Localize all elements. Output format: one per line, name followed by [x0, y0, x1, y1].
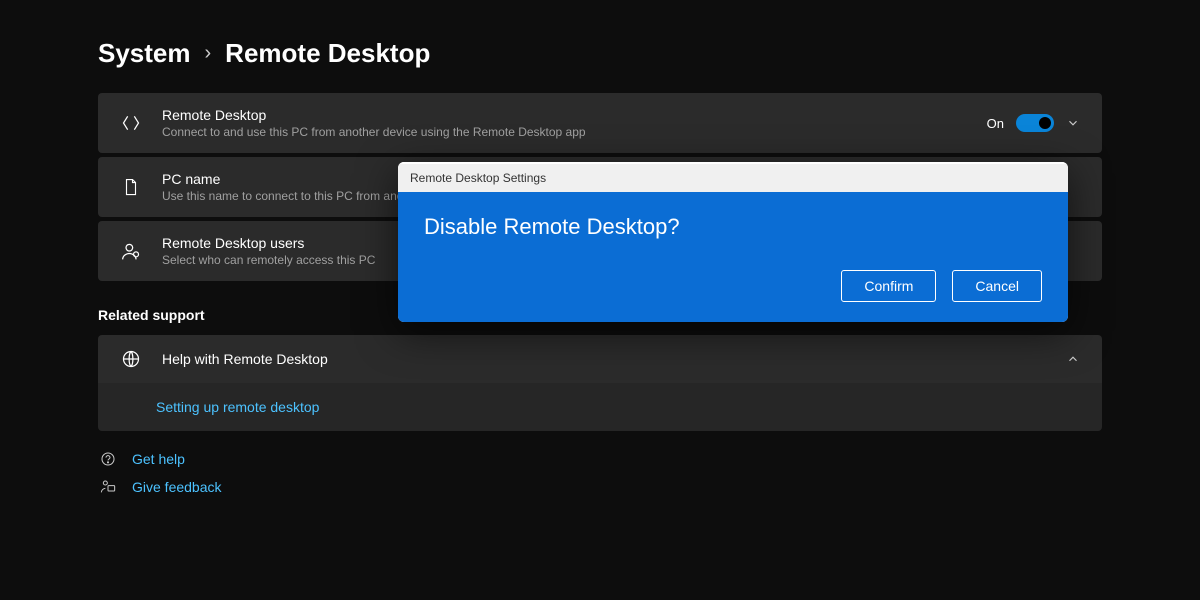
give-feedback-link[interactable]: Give feedback [132, 479, 222, 495]
chevron-up-icon[interactable] [1066, 352, 1080, 366]
dialog-heading: Disable Remote Desktop? [424, 214, 1042, 240]
get-help-row[interactable]: Get help [98, 451, 1102, 467]
disable-remote-desktop-dialog: Remote Desktop Settings Disable Remote D… [398, 162, 1068, 322]
remote-desktop-icon [120, 113, 142, 133]
breadcrumb: System › Remote Desktop [98, 38, 1102, 69]
breadcrumb-current: Remote Desktop [225, 38, 430, 69]
dialog-buttons: Confirm Cancel [424, 270, 1042, 302]
cancel-button[interactable]: Cancel [952, 270, 1042, 302]
remote-desktop-card[interactable]: Remote Desktop Connect to and use this P… [98, 93, 1102, 153]
help-title: Help with Remote Desktop [162, 351, 1046, 367]
remote-desktop-desc: Connect to and use this PC from another … [162, 125, 967, 139]
footer-links: Get help Give feedback [98, 451, 1102, 495]
help-text: Help with Remote Desktop [162, 351, 1046, 367]
toggle-state-label: On [987, 116, 1004, 131]
help-card[interactable]: Help with Remote Desktop [98, 335, 1102, 383]
globe-icon [120, 349, 142, 369]
chevron-right-icon: › [205, 42, 212, 65]
feedback-icon [98, 479, 118, 495]
help-icon [98, 451, 118, 467]
confirm-button[interactable]: Confirm [841, 270, 936, 302]
remote-desktop-right: On [987, 114, 1080, 132]
dialog-titlebar: Remote Desktop Settings [398, 162, 1068, 192]
remote-desktop-toggle[interactable] [1016, 114, 1054, 132]
remote-desktop-title: Remote Desktop [162, 107, 967, 123]
document-icon [120, 177, 142, 197]
get-help-link[interactable]: Get help [132, 451, 185, 467]
remote-desktop-text: Remote Desktop Connect to and use this P… [162, 107, 967, 139]
give-feedback-row[interactable]: Give feedback [98, 479, 1102, 495]
help-sublink[interactable]: Setting up remote desktop [98, 383, 1102, 431]
breadcrumb-parent[interactable]: System [98, 38, 191, 69]
user-icon [120, 241, 142, 261]
dialog-body: Disable Remote Desktop? Confirm Cancel [398, 192, 1068, 322]
chevron-down-icon[interactable] [1066, 116, 1080, 130]
